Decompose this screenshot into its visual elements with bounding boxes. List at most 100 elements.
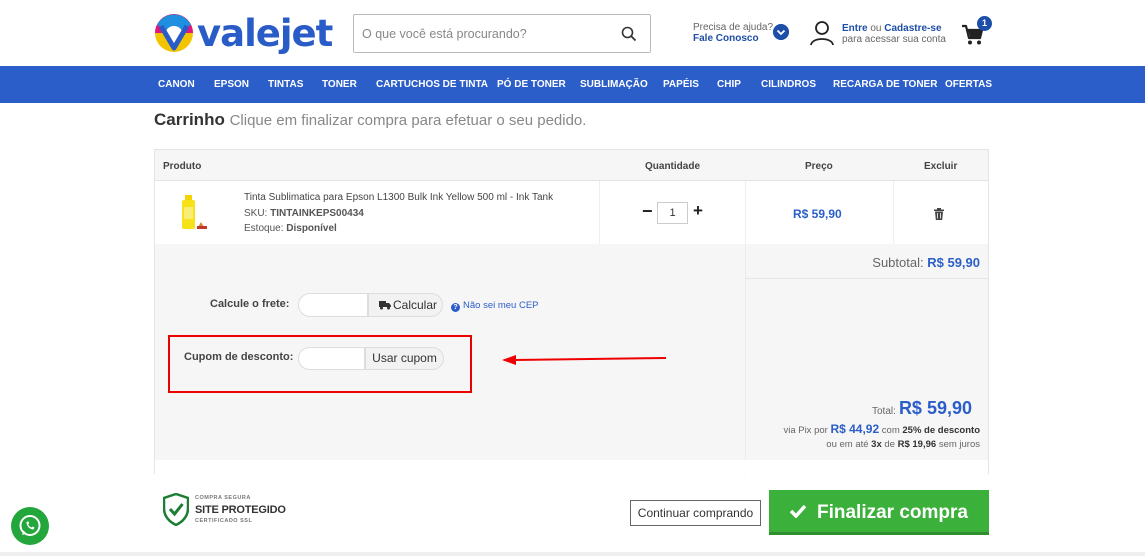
cart-page: valejet Precisa de ajuda? Fale Conosco [0, 0, 1145, 556]
help-contact-link[interactable]: Fale Conosco [693, 33, 773, 44]
annotation-arrow-icon [502, 355, 667, 365]
header-product: Produto [163, 161, 202, 172]
coupon-input[interactable] [298, 347, 365, 370]
item-price: R$ 59,90 [793, 207, 842, 221]
cart-table: Produto Quantidade Preço Excluir Tinta S… [154, 149, 989, 475]
valejet-logo[interactable]: valejet [153, 10, 333, 56]
nav-item-sublimacao[interactable]: SUBLIMAÇÃO [580, 66, 648, 103]
security-seal: COMPRA SEGURA SITE PROTEGIDO CERTIFICADO… [163, 493, 286, 528]
coupon-label: Cupom de desconto: [184, 351, 294, 363]
question-icon: ? [451, 303, 460, 312]
zip-help-text: Não sei meu CEP [463, 300, 539, 311]
cart-count-badge: 1 [977, 16, 992, 31]
subtotal-value: R$ 59,90 [927, 255, 980, 270]
check-icon [789, 504, 807, 518]
finalize-label: Finalizar compra [817, 502, 968, 523]
help-link[interactable]: Precisa de ajuda? Fale Conosco [693, 22, 789, 44]
seal-top-text: COMPRA SEGURA [195, 495, 251, 501]
search-bar [353, 14, 651, 53]
parc-suffix: sem juros [938, 439, 980, 450]
pix-prefix: via Pix por [783, 425, 828, 436]
continue-shopping-button[interactable]: Continuar comprando [630, 500, 761, 526]
cart-table-header: Produto Quantidade Preço Excluir [155, 150, 988, 181]
column-divider [893, 181, 894, 244]
page-bottom-edge [0, 552, 1145, 556]
account-subtext: para acessar sua conta [842, 34, 946, 45]
product-image[interactable] [177, 193, 209, 231]
apply-coupon-button[interactable]: Usar cupom [365, 347, 444, 370]
quantity-increase-button[interactable]: + [693, 201, 703, 221]
seal-main-text: SITE PROTEGIDO [195, 504, 286, 516]
pix-mid: com [881, 425, 900, 436]
login-link[interactable]: Entre [842, 23, 868, 34]
quantity-decrease-button[interactable]: − [642, 201, 653, 221]
search-input[interactable] [354, 15, 604, 52]
logo-icon [155, 14, 193, 52]
seal-bottom-text: CERTIFICADO SSL [195, 518, 253, 524]
search-icon[interactable] [620, 25, 638, 43]
shipping-label: Calcule o frete: [210, 298, 290, 310]
product-name[interactable]: Tinta Sublimatica para Epson L1300 Bulk … [244, 192, 553, 203]
nav-item-po-de-toner[interactable]: PÓ DE TONER [497, 66, 566, 103]
calculate-shipping-button[interactable]: Calcular [368, 293, 443, 317]
nav-item-cartuchos[interactable]: CARTUCHOS DE TINTA [376, 66, 488, 103]
parc-count: 3x [871, 439, 882, 450]
total-label: Total: [872, 406, 896, 417]
nav-item-ofertas[interactable]: OFERTAS [945, 66, 992, 103]
stock-label: Estoque: [244, 223, 284, 234]
cart-button[interactable]: 1 [961, 16, 992, 45]
account-text: Entre ou Cadastre-se para acessar sua co… [842, 23, 952, 45]
column-divider [599, 181, 600, 244]
nav-item-tintas[interactable]: TINTAS [268, 66, 303, 103]
chevron-down-icon[interactable] [773, 24, 789, 40]
nav-item-toner[interactable]: TONER [322, 66, 357, 103]
product-stock: Estoque: Disponível [244, 223, 337, 234]
trash-icon[interactable] [933, 208, 945, 220]
nav-item-canon[interactable]: CANON [158, 66, 195, 103]
calculate-label: Calcular [393, 298, 438, 312]
quantity-input[interactable]: 1 [657, 202, 688, 224]
site-header: valejet Precisa de ajuda? Fale Conosco [0, 0, 1145, 66]
cart-box-footer [155, 460, 988, 474]
header-remove: Excluir [924, 161, 958, 172]
total-value: R$ 59,90 [898, 398, 972, 418]
pix-discount: 25% de desconto [902, 425, 980, 436]
nav-item-epson[interactable]: EPSON [214, 66, 249, 103]
nav-item-chip[interactable]: CHIP [717, 66, 741, 103]
page-title-text: Carrinho [154, 110, 225, 129]
parc-de: de [884, 439, 895, 450]
truck-icon [379, 301, 391, 310]
signup-link[interactable]: Cadastre-se [884, 23, 941, 34]
subtotal: Subtotal: R$ 59,90 [872, 255, 980, 270]
header-quantity: Quantidade [645, 161, 701, 172]
cart-item-row: Tinta Sublimatica para Epson L1300 Bulk … [155, 181, 988, 244]
parc-value: R$ 19,96 [897, 439, 937, 450]
whatsapp-button[interactable] [11, 507, 49, 545]
page-subtitle: Clique em finalizar compra para efetuar … [229, 112, 587, 129]
category-nav: CANON EPSON TINTAS TONER CARTUCHOS DE TI… [0, 66, 1145, 103]
sku-value: TINTAINKEPS00434 [270, 208, 364, 219]
whatsapp-icon [19, 515, 41, 536]
user-icon[interactable] [810, 20, 834, 46]
product-sku: SKU: TINTAINKEPS00434 [244, 208, 364, 219]
pix-price: via Pix por R$ 44,92 com 25% de desconto [783, 422, 980, 436]
subtotal-label: Subtotal: [872, 255, 924, 270]
parc-prefix: ou em até [826, 439, 869, 450]
zip-help-link[interactable]: ? Não sei meu CEP [451, 300, 539, 312]
installments: ou em até 3x de R$ 19,96 sem juros [826, 439, 980, 450]
header-price: Preço [805, 161, 833, 172]
divider [745, 278, 988, 279]
zip-code-input[interactable] [298, 293, 368, 317]
nav-item-recarga-de-toner[interactable]: RECARGA DE TONER [833, 66, 937, 103]
help-question: Precisa de ajuda? [693, 22, 774, 33]
sku-label: SKU: [244, 208, 268, 219]
pix-value: R$ 44,92 [830, 422, 880, 436]
finalize-purchase-button[interactable]: Finalizar compra [769, 490, 989, 535]
column-divider [745, 181, 746, 244]
nav-item-cilindros[interactable]: CILINDROS [761, 66, 816, 103]
logo-text: valejet [197, 11, 333, 55]
page-title: Carrinho Clique em finalizar compra para… [154, 110, 586, 130]
nav-item-papeis[interactable]: PAPÉIS [663, 66, 699, 103]
stock-value: Disponível [286, 223, 337, 234]
account-or: ou [870, 23, 882, 34]
